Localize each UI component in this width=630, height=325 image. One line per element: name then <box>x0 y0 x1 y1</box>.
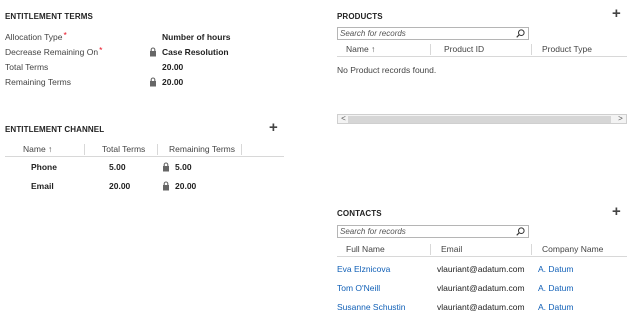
field-total-terms: Total Terms 20.00 <box>5 62 305 76</box>
field-value: Case Resolution <box>162 47 229 57</box>
required-marker: * <box>63 30 67 40</box>
column-divider[interactable] <box>531 244 532 255</box>
field-remaining-terms: Remaining Terms 20.00 <box>5 77 305 91</box>
label-text: Decrease Remaining On <box>5 47 99 57</box>
channel-remaining-terms: 20.00 <box>175 181 197 191</box>
products-title: PRODUCTS <box>337 12 383 21</box>
channel-total-terms: 20.00 <box>109 181 131 191</box>
column-divider[interactable] <box>430 244 431 255</box>
contact-company-link[interactable]: A. Datum <box>538 302 573 312</box>
table-row[interactable]: Phone 5.00 5.00 <box>5 162 284 179</box>
field-allocation-type: Allocation Type* Number of hours <box>5 30 305 46</box>
field-decrease-remaining-on: Decrease Remaining On* Case Resolution <box>5 45 305 61</box>
entitlement-channel-title: ENTITLEMENT CHANNEL <box>5 125 105 134</box>
lock-icon <box>150 47 156 57</box>
lock-icon <box>163 162 169 172</box>
channel-name[interactable]: Phone <box>31 162 57 172</box>
field-label: Total Terms <box>5 62 49 72</box>
required-marker: * <box>99 45 103 55</box>
products-grid-header: Name ↑ Product ID Product Type <box>337 43 627 57</box>
column-divider[interactable] <box>430 44 431 55</box>
column-header-email[interactable]: Email <box>441 244 462 254</box>
column-divider[interactable] <box>157 144 158 155</box>
entitlement-terms-title: ENTITLEMENT TERMS <box>5 12 93 21</box>
search-icon[interactable] <box>516 227 525 236</box>
scrollbar-thumb[interactable] <box>348 116 611 123</box>
field-label: Decrease Remaining On* <box>5 45 103 57</box>
products-empty-message: No Product records found. <box>337 65 437 75</box>
contact-company-link[interactable]: A. Datum <box>538 264 573 274</box>
products-search-box <box>337 27 529 40</box>
label-text: Allocation Type <box>5 32 63 42</box>
contacts-search-input[interactable] <box>340 226 510 237</box>
contact-full-name-link[interactable]: Susanne Schustin <box>337 302 406 312</box>
add-contact-button[interactable]: + <box>612 204 621 219</box>
channel-name[interactable]: Email <box>31 181 54 191</box>
column-header-product-type[interactable]: Product Type <box>542 44 592 54</box>
lock-icon <box>163 181 169 191</box>
table-row[interactable]: Susanne Schustin vlauriant@adatum.com A.… <box>337 302 627 319</box>
contact-email: vlauriant@adatum.com <box>437 283 525 293</box>
add-product-button[interactable]: + <box>612 6 621 21</box>
contact-email: vlauriant@adatum.com <box>437 264 525 274</box>
products-horizontal-scrollbar[interactable]: < > <box>337 114 627 124</box>
scroll-right-icon[interactable]: > <box>616 114 625 123</box>
column-divider[interactable] <box>84 144 85 155</box>
column-divider[interactable] <box>531 44 532 55</box>
contacts-title: CONTACTS <box>337 209 382 218</box>
field-label: Remaining Terms <box>5 77 71 87</box>
lock-icon <box>150 77 156 87</box>
contacts-grid-header: Full Name Email Company Name <box>337 243 627 257</box>
table-row[interactable]: Tom O'Neill vlauriant@adatum.com A. Datu… <box>337 283 627 300</box>
column-header-total-terms[interactable]: Total Terms <box>102 144 145 154</box>
search-icon[interactable] <box>516 29 525 38</box>
contact-full-name-link[interactable]: Eva Elznicova <box>337 264 390 274</box>
table-row[interactable]: Email 20.00 20.00 <box>5 181 284 198</box>
contact-full-name-link[interactable]: Tom O'Neill <box>337 283 380 293</box>
scroll-left-icon[interactable]: < <box>339 114 348 123</box>
field-value: 20.00 <box>162 77 184 87</box>
field-value[interactable]: 20.00 <box>162 62 183 72</box>
column-header-remaining-terms[interactable]: Remaining Terms <box>169 144 235 154</box>
field-label: Allocation Type* <box>5 30 67 42</box>
column-header-name[interactable]: Name ↑ <box>346 44 375 54</box>
channel-total-terms: 5.00 <box>109 162 126 172</box>
contacts-search-box <box>337 225 529 238</box>
channel-grid-header: Name ↑ Total Terms Remaining Terms <box>5 143 284 157</box>
contact-company-link[interactable]: A. Datum <box>538 283 573 293</box>
column-header-name[interactable]: Name ↑ <box>23 144 52 154</box>
channel-remaining-terms: 5.00 <box>175 162 192 172</box>
contact-email: vlauriant@adatum.com <box>437 302 525 312</box>
column-header-product-id[interactable]: Product ID <box>444 44 484 54</box>
column-divider[interactable] <box>241 144 242 155</box>
column-header-full-name[interactable]: Full Name <box>346 244 385 254</box>
field-value[interactable]: Number of hours <box>162 32 230 42</box>
products-search-input[interactable] <box>340 28 510 39</box>
table-row[interactable]: Eva Elznicova vlauriant@adatum.com A. Da… <box>337 264 627 281</box>
column-header-company-name[interactable]: Company Name <box>542 244 603 254</box>
add-channel-button[interactable]: + <box>269 120 278 135</box>
